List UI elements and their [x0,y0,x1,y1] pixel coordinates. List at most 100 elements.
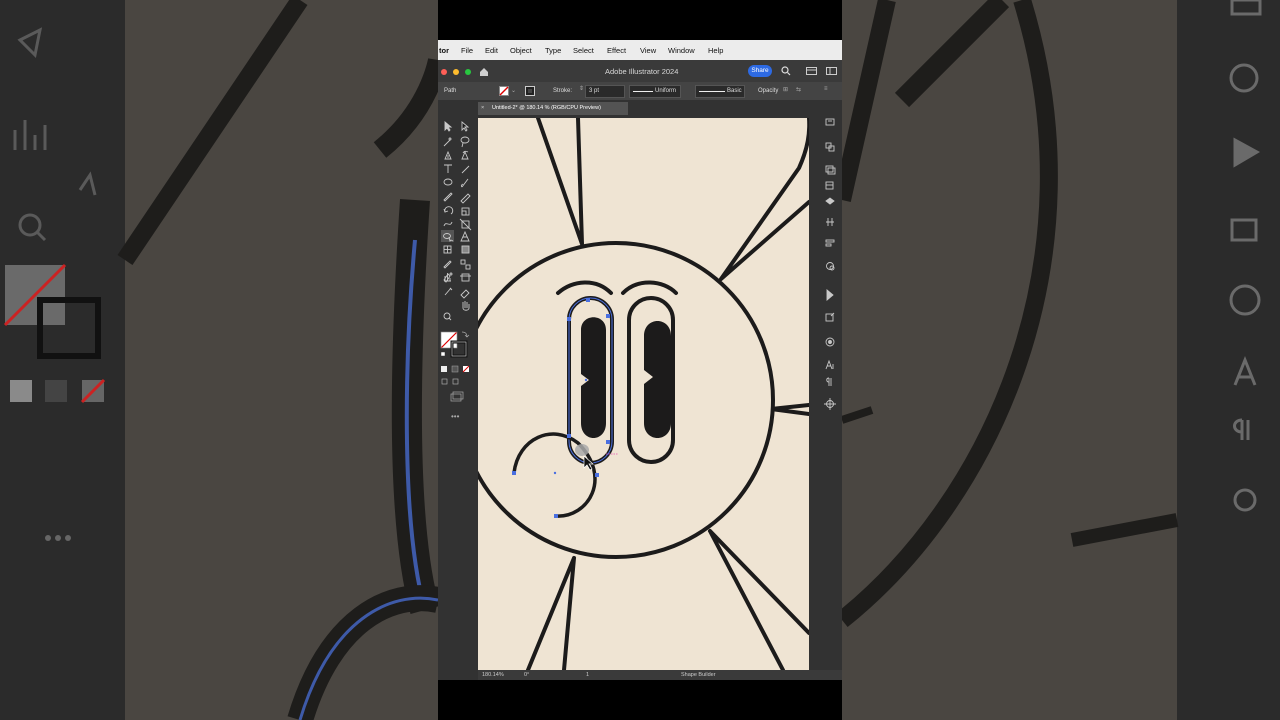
window-title: Adobe Illustrator 2024 [605,67,679,76]
symbols-icon [824,398,836,410]
sun-ray-bottom-right [708,529,809,670]
stroke-weight-stepper-icon[interactable]: ⇕ [579,85,584,92]
sun-ray-top-left [536,118,584,246]
stroke-label[interactable]: Stroke: [553,88,572,94]
zoom-window-button[interactable] [465,69,471,75]
brush-line-preview [699,91,725,92]
background-blur-left [0,0,438,720]
magic-wand-tool [443,137,452,147]
rotate-tool [443,206,454,215]
status-bar: 180.14% 0° 1 Shape Builder [478,670,842,680]
scale-tool [461,207,470,216]
menu-effect[interactable]: Effect [607,46,626,55]
free-transform-tool [459,218,472,231]
menu-select[interactable]: Select [573,46,594,55]
gradient-icon [826,289,834,301]
menu-window[interactable]: Window [668,46,695,55]
close-window-button[interactable] [441,69,447,75]
panel-dock [818,116,842,672]
close-document-icon[interactable]: × [481,105,484,111]
brush-label: Basic [727,88,742,94]
zoom-tool [443,312,452,321]
sun-ray-top-right [719,118,809,281]
minimize-window-button[interactable] [453,69,459,75]
asset-export-icon [825,197,835,205]
fill-dropdown-chevron-icon[interactable]: ⌄ [511,87,516,94]
align-options-icon[interactable]: ⇆ [796,86,801,93]
type-tool [444,164,452,173]
menu-bar: tor File Edit Object Type Select Effect … [438,40,842,60]
menu-type[interactable]: Type [545,46,561,55]
warp-tool [443,221,453,227]
bottom-letterbox [438,680,842,720]
profile-label: Uniform [655,88,677,94]
arrange-documents-icon[interactable] [806,67,817,75]
tools-grid: ••• [440,121,472,421]
workspace-switcher-icon[interactable] [826,67,837,75]
top-letterbox [438,0,842,40]
artboard-number[interactable]: 1 [586,672,589,678]
color-mode-buttons [441,365,470,373]
screen-mode-button [450,391,464,402]
pencil-tool [460,193,471,204]
artboards-icon [825,181,834,190]
blend-tool [460,259,471,270]
pen-tool [444,150,452,160]
perspective-grid-tool [460,230,470,242]
brush-definition-dropdown[interactable]: Basic [695,85,745,98]
actions-icon [825,337,835,347]
libraries-icon [825,142,835,152]
paragraph-icon [826,377,832,386]
opacity-label[interactable]: Opacity [758,88,778,94]
eyedropper-tool [443,260,452,269]
home-icon[interactable] [479,67,489,76]
selection-type-label: Path [444,88,457,94]
rotation-value[interactable]: 0° [524,672,529,678]
control-bar-menu-icon[interactable]: ≡ [824,86,828,92]
draw-mode-buttons [441,378,459,385]
panel-dock-icons [824,118,836,410]
stroke-swatch-icon[interactable] [525,86,535,96]
sun-ray-right [769,403,809,416]
title-bar: Adobe Illustrator 2024 Share [438,60,842,82]
shaper-tool [443,192,453,202]
document-tab[interactable]: × Untitled-2* @ 180.14 % (RGB/CPU Previe… [478,102,628,115]
app-menu[interactable]: tor [439,46,449,55]
search-icon[interactable] [781,66,791,76]
shape-builder-tool [441,230,454,242]
ellipse-tool [443,178,453,186]
sun-ray-bottom-left [526,556,576,670]
properties-icon [825,118,835,126]
current-tool-label: Shape Builder [681,672,716,678]
stroke-weight-input[interactable]: 3 pt [585,85,625,98]
menu-object[interactable]: Object [510,46,532,55]
zoom-level[interactable]: 180.14% [482,672,504,678]
mesh-tool [443,245,452,254]
menu-help[interactable]: Help [708,46,723,55]
color-icon [825,312,835,322]
illustrator-window: tor File Edit Object Type Select Effect … [438,40,842,680]
hand-tool [462,301,470,311]
recolor-artwork-icon[interactable]: ⊞ [783,86,788,93]
line-segment-tool [461,165,470,174]
share-button[interactable]: Share [748,65,772,77]
fill-swatch-none-icon[interactable] [499,86,509,96]
direct-selection-tool [461,121,470,132]
variable-width-profile-dropdown[interactable]: Uniform [629,85,681,98]
pathfinder-icon [826,262,835,271]
edit-toolbar-button: ••• [451,412,460,421]
tools-panel: ••• [438,118,476,678]
artboard-canvas[interactable] [478,118,809,670]
gradient-tool [461,245,470,254]
menu-file[interactable]: File [461,46,473,55]
background-left-art [0,0,438,720]
sun-artwork[interactable] [478,118,809,670]
layers-icon [825,165,836,175]
curvature-tool [461,150,469,160]
profile-line-preview [633,91,653,92]
menu-edit[interactable]: Edit [485,46,498,55]
background-right-art [842,0,1280,720]
background-blur-right [842,0,1280,720]
stroke-weight-value: 3 pt [589,88,600,94]
menu-view[interactable]: View [640,46,656,55]
